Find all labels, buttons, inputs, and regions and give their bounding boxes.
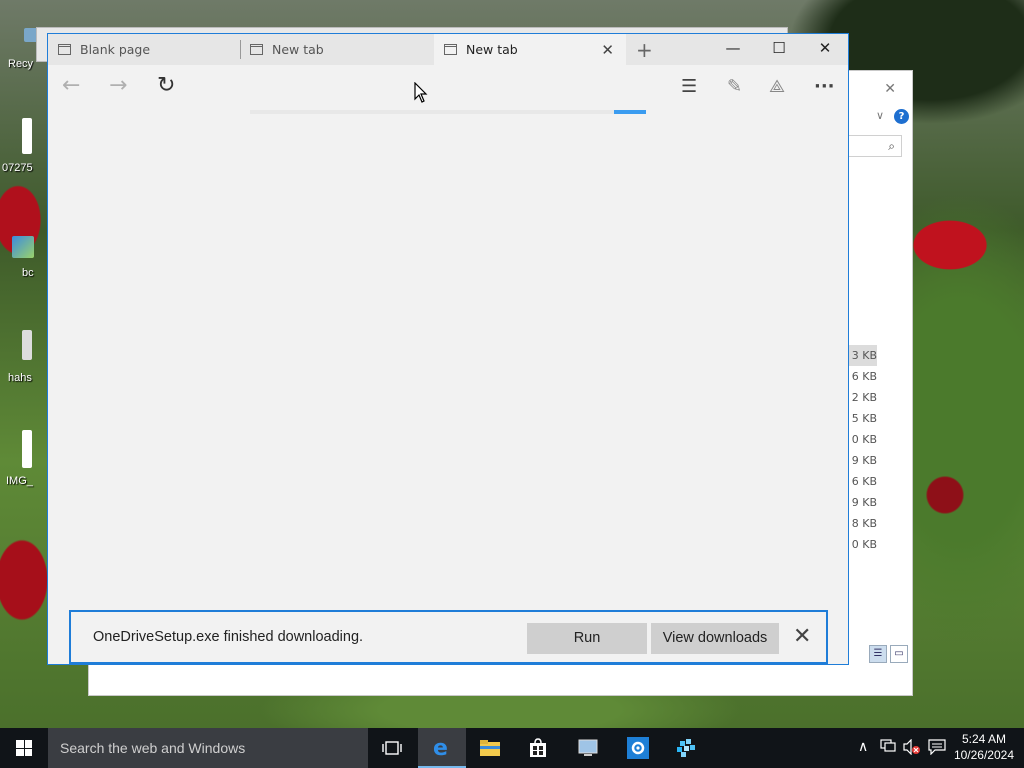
taskbar: Search the web and Windows e ∧ 5:24 AM 1… bbox=[0, 728, 1024, 768]
mouse-cursor-icon bbox=[414, 82, 428, 103]
clock-time: 5:24 AM bbox=[961, 732, 1006, 746]
search-input[interactable]: ⌕ bbox=[842, 135, 902, 157]
more-button[interactable]: ··· bbox=[814, 76, 835, 97]
taskbar-network-app[interactable] bbox=[564, 728, 612, 768]
desktop-icon-recycle-bin[interactable]: Recy bbox=[0, 28, 38, 70]
network-icon[interactable] bbox=[880, 739, 896, 757]
close-window-button[interactable]: ✕ bbox=[802, 34, 848, 65]
taskbar-edge-app[interactable]: e bbox=[418, 728, 466, 768]
web-note-button[interactable]: ✎ bbox=[727, 76, 742, 97]
browser-window[interactable]: Blank page New tab New tab ✕ + — ☐ ✕ ← →… bbox=[47, 33, 849, 665]
image-file-icon bbox=[12, 236, 34, 258]
tab-new-tab-active[interactable]: New tab ✕ bbox=[434, 34, 626, 65]
edge-browser-icon: e bbox=[433, 736, 448, 758]
chevron-down-icon[interactable]: ∨ bbox=[876, 109, 884, 122]
tab-label: New tab bbox=[466, 42, 518, 57]
desktop-icon-file-07275[interactable]: 07275 bbox=[0, 118, 36, 174]
hub-button[interactable]: ☰ bbox=[681, 76, 697, 97]
page-icon bbox=[250, 44, 263, 55]
desktop-icon-label: hahs bbox=[8, 372, 32, 384]
clock-date: 10/26/2024 bbox=[953, 748, 1014, 762]
page-icon bbox=[444, 44, 457, 55]
page-icon bbox=[58, 44, 71, 55]
tab-new-tab[interactable]: New tab bbox=[240, 34, 434, 65]
svg-text:e: e bbox=[433, 736, 448, 758]
details-view-icon[interactable]: ☰ bbox=[869, 645, 887, 663]
desktop-icon-label: 07275 bbox=[2, 162, 33, 174]
desktop-icon-file-img[interactable]: IMG_ bbox=[0, 430, 36, 487]
system-clock[interactable]: 5:24 AM 10/26/2024 bbox=[954, 731, 1014, 763]
run-button[interactable]: Run bbox=[527, 623, 647, 654]
search-icon: ⌕ bbox=[888, 139, 895, 153]
download-notification-bar: OneDriveSetup.exe finished downloading. … bbox=[69, 610, 828, 664]
settings-gear-icon bbox=[627, 737, 649, 759]
view-downloads-button[interactable]: View downloads bbox=[651, 623, 779, 654]
file-icon bbox=[22, 118, 32, 154]
tab-bar: Blank page New tab New tab ✕ + — ☐ ✕ bbox=[48, 34, 848, 65]
action-center-icon[interactable] bbox=[928, 739, 946, 759]
desktop-icon-file-hahs[interactable]: hahs bbox=[0, 330, 36, 384]
desktop-icon-label: bc bbox=[22, 267, 34, 279]
tab-label: Blank page bbox=[80, 42, 151, 57]
large-icons-view-icon[interactable]: ▭ bbox=[890, 645, 908, 663]
taskbar-other-app[interactable] bbox=[662, 728, 710, 768]
close-icon[interactable]: ✕ bbox=[884, 81, 896, 97]
download-message: OneDriveSetup.exe finished downloading. bbox=[93, 629, 364, 645]
task-view-icon bbox=[382, 741, 402, 755]
computer-icon bbox=[578, 739, 598, 756]
desktop-icon-label: Recy bbox=[8, 58, 34, 70]
desktop-icon-label: IMG_ bbox=[6, 475, 33, 487]
folder-icon bbox=[480, 740, 500, 756]
close-tab-icon[interactable]: ✕ bbox=[601, 41, 614, 59]
close-download-bar-button[interactable]: ✕ bbox=[793, 624, 811, 650]
desktop-icon-image-bc[interactable]: bc bbox=[0, 236, 36, 279]
taskbar-store-app[interactable] bbox=[514, 728, 562, 768]
start-button[interactable] bbox=[0, 728, 48, 768]
taskbar-search-box[interactable]: Search the web and Windows bbox=[48, 728, 368, 768]
taskbar-settings-app[interactable] bbox=[614, 728, 662, 768]
loading-progress-indicator bbox=[614, 110, 646, 114]
refresh-button[interactable]: ↻ bbox=[157, 75, 175, 97]
tab-blank-page[interactable]: Blank page bbox=[48, 34, 240, 65]
windows-logo-icon bbox=[16, 740, 32, 756]
share-button[interactable]: ⟁ bbox=[769, 76, 785, 97]
page-content bbox=[48, 116, 848, 661]
back-button[interactable]: ← bbox=[62, 75, 80, 97]
tab-label: New tab bbox=[272, 42, 324, 57]
minimize-button[interactable]: — bbox=[710, 34, 756, 65]
view-mode-buttons: ☰ ▭ bbox=[869, 645, 908, 663]
volume-muted-icon[interactable] bbox=[903, 738, 921, 759]
address-bar[interactable] bbox=[250, 110, 646, 114]
app-icon bbox=[677, 739, 695, 757]
taskbar-file-explorer-app[interactable] bbox=[466, 728, 514, 768]
maximize-button[interactable]: ☐ bbox=[756, 34, 802, 65]
forward-button[interactable]: → bbox=[109, 75, 127, 97]
task-view-button[interactable] bbox=[368, 728, 416, 768]
file-icon bbox=[22, 430, 32, 468]
store-icon bbox=[530, 738, 546, 757]
show-hidden-icons-button[interactable]: ∧ bbox=[858, 739, 868, 755]
help-icon[interactable]: ? bbox=[894, 109, 909, 124]
new-tab-button[interactable]: + bbox=[636, 38, 653, 62]
navigation-bar: ← → ↻ ☰ ✎ ⟁ ··· bbox=[48, 65, 848, 109]
file-icon bbox=[22, 330, 32, 360]
